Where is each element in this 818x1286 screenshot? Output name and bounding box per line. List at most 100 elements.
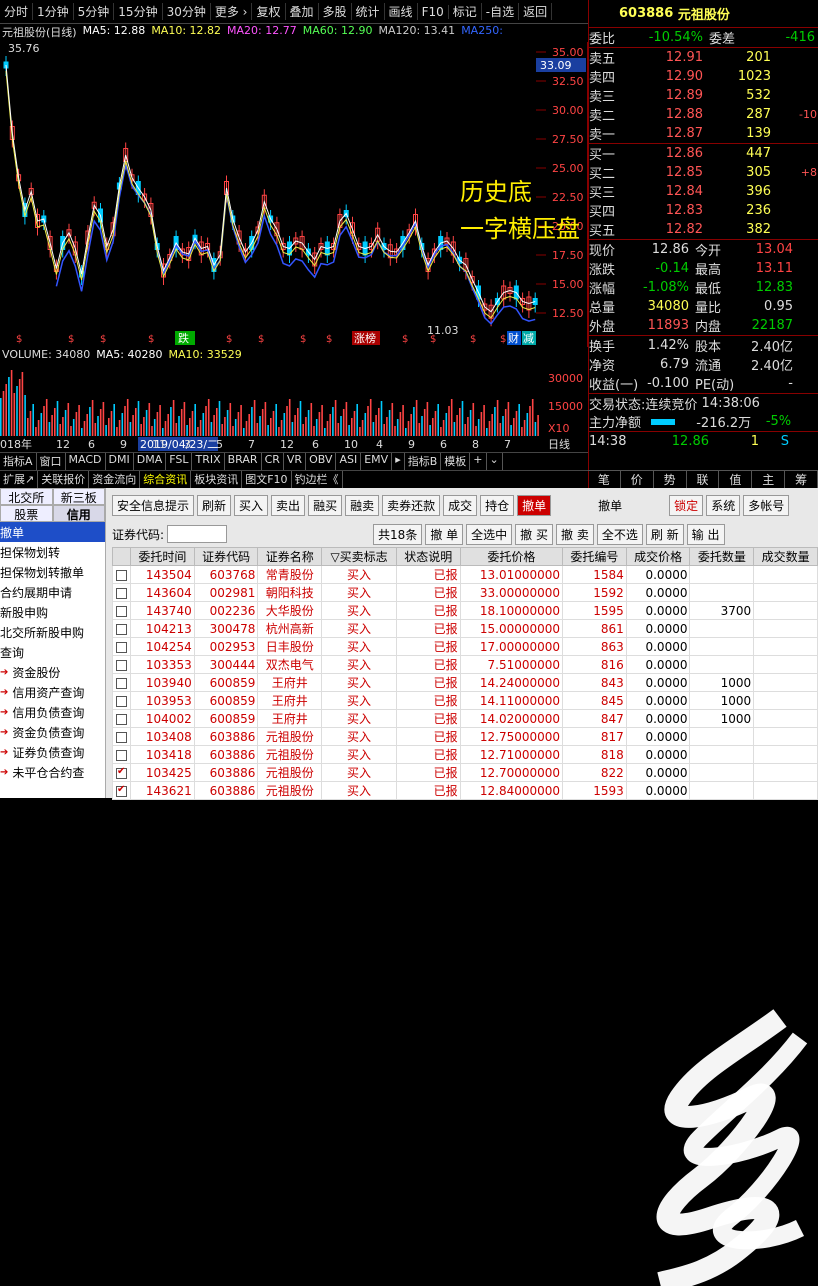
indicator-tab[interactable]: 指标A <box>0 453 37 470</box>
timeline-period[interactable]: 日线 <box>548 437 570 451</box>
toolbar-button[interactable]: 成交 <box>443 494 478 516</box>
column-header[interactable]: 成交数量 <box>753 547 818 566</box>
indicator-tab[interactable]: BRAR <box>225 453 262 470</box>
toolbar-5[interactable]: 更多 › <box>211 3 253 20</box>
quote-tab[interactable]: 价 <box>621 471 654 488</box>
toolbar-13[interactable]: -自选 <box>482 3 520 20</box>
toolbar-button[interactable]: 卖出 <box>271 494 306 516</box>
indicator-tab[interactable]: ⌄ <box>487 453 503 470</box>
row-checkbox[interactable] <box>116 731 127 743</box>
toolbar-7[interactable]: 叠加 <box>286 3 319 20</box>
action-button[interactable]: 全选中 <box>466 523 513 545</box>
toolbar-1[interactable]: 1分钟 <box>33 3 74 20</box>
menu-item[interactable]: 撤单 <box>0 522 105 542</box>
row-checkbox[interactable] <box>116 659 127 671</box>
toolbar-button[interactable]: 撤单 <box>594 496 626 515</box>
indicator-tab[interactable]: 模板 <box>441 453 471 470</box>
toolbar-10[interactable]: 画线 <box>385 3 418 20</box>
indicator-tab[interactable]: 窗口 <box>37 453 66 470</box>
row-checkbox[interactable] <box>116 713 127 725</box>
account-tab[interactable]: 北交所 <box>0 488 53 505</box>
quote-tab[interactable]: 筹 <box>785 471 818 488</box>
toolbar-button[interactable]: 融买 <box>308 494 343 516</box>
table-row[interactable]: 143604 002981 朝阳科技 买入 已报 33.00000000 1592 0.000… <box>112 583 818 602</box>
menu-item[interactable]: 查询 <box>0 642 105 662</box>
table-row[interactable]: 103408 603886 元祖股份 买入 已报 12.75000000 817 0.0000 <box>112 727 818 746</box>
account-tab[interactable]: 信用 <box>52 505 105 522</box>
indicator-tab[interactable]: CR <box>262 453 284 470</box>
action-button[interactable]: 刷 新 <box>645 523 684 545</box>
menu-item[interactable]: 北交所新股申购 <box>0 622 105 642</box>
indicator-tab[interactable]: MACD <box>66 453 106 470</box>
kline-chart[interactable]: 35.00 32.50 30.00 27.50 25.00 22.50 20.00 17.50… <box>0 42 588 347</box>
table-row[interactable]: 104002 600859 王府井 买入 已报 14.02000000 847 0.0000 1… <box>112 709 818 728</box>
toolbar-button[interactable]: 安全信息提示 <box>112 494 195 516</box>
toolbar-button[interactable]: 锁定 <box>669 494 704 516</box>
indicator-tab[interactable]: + <box>470 453 487 470</box>
quote-tab[interactable]: 值 <box>719 471 753 488</box>
row-checkbox[interactable] <box>116 749 127 761</box>
toolbar-2[interactable]: 5分钟 <box>74 3 115 20</box>
toolbar-button[interactable]: 多帐号 <box>743 494 790 516</box>
column-header[interactable]: 委托时间 <box>130 547 195 566</box>
toolbar-button[interactable]: 持仓 <box>480 494 515 516</box>
toolbar-button[interactable]: 刷新 <box>197 494 232 516</box>
action-button[interactable]: 撤 卖 <box>556 523 594 545</box>
action-button[interactable]: 撤 买 <box>515 523 553 545</box>
table-row[interactable]: 103353 300444 双杰电气 买入 已报 7.51000000 816 0.0000 <box>112 655 818 674</box>
column-header[interactable]: 委托价格 <box>459 547 564 566</box>
account-tab[interactable]: 股票 <box>0 505 53 522</box>
sub-tab[interactable]: 综合资讯 <box>140 471 192 488</box>
toolbar-3[interactable]: 15分钟 <box>114 3 163 20</box>
toolbar-9[interactable]: 统计 <box>352 3 385 20</box>
toolbar-button[interactable]: 买入 <box>234 494 269 516</box>
toolbar-button[interactable]: 撤单 <box>517 494 552 516</box>
sub-tab[interactable]: 关联报价 <box>38 471 90 488</box>
quote-tab[interactable]: 联 <box>687 471 720 488</box>
indicator-tab[interactable]: DMA <box>134 453 167 470</box>
indicator-tab[interactable]: ▸ <box>392 453 405 470</box>
table-row[interactable]: 103940 600859 王府井 买入 已报 14.24000000 843 0.0000 1… <box>112 673 818 692</box>
volume-chart[interactable]: 30000 15000 X10 <box>0 364 588 436</box>
column-header[interactable]: 委托数量 <box>689 547 755 566</box>
table-row[interactable]: 143740 002236 大华股份 买入 已报 18.10000000 1595 0.000… <box>112 601 818 620</box>
quote-tab[interactable]: 势 <box>654 471 687 488</box>
column-header[interactable]: 成交价格 <box>625 547 691 566</box>
column-header[interactable]: ▽买卖标志 <box>321 547 397 566</box>
toolbar-12[interactable]: 标记 <box>449 3 482 20</box>
table-row[interactable]: 103418 603886 元祖股份 买入 已报 12.71000000 818 0.0000 <box>112 745 818 764</box>
menu-subitem[interactable]: ➔ 未平仓合约查 <box>0 762 105 782</box>
sub-tab[interactable]: 钓边栏《 <box>292 471 343 488</box>
toolbar-0[interactable]: 分时 <box>0 3 34 20</box>
sub-tab[interactable]: 图文F10 <box>242 471 292 488</box>
indicator-tab[interactable]: EMV <box>361 453 393 470</box>
indicator-tab[interactable]: 指标B <box>405 453 442 470</box>
table-row[interactable]: 103425603886元祖股份买入已报12.700000008220.0000 <box>112 763 818 782</box>
column-header[interactable] <box>112 547 131 566</box>
table-row[interactable]: 103953 600859 王府井 买入 已报 14.11000000 845 0.0000 1… <box>112 691 818 710</box>
row-checkbox[interactable] <box>116 677 127 689</box>
column-header[interactable]: 证券代码 <box>193 547 259 566</box>
sub-tab[interactable]: 板块资讯 <box>191 471 243 488</box>
toolbar-14[interactable]: 返回 <box>519 3 553 20</box>
indicator-tab[interactable]: ASI <box>336 453 362 470</box>
toolbar-6[interactable]: 复权 <box>252 3 286 20</box>
indicator-tab[interactable]: DMI <box>106 453 134 470</box>
menu-subitem[interactable]: ➔ 信用负债查询 <box>0 702 105 722</box>
column-header[interactable]: 委托编号 <box>562 547 627 566</box>
menu-subitem[interactable]: ➔ 证券负债查询 <box>0 742 105 762</box>
toolbar-button[interactable]: 卖券还款 <box>382 494 441 516</box>
toolbar-4[interactable]: 30分钟 <box>163 3 211 20</box>
table-row[interactable]: 143621603886元祖股份买入已报12.8400000015930.000… <box>112 781 818 800</box>
menu-subitem[interactable]: ➔ 资金负债查询 <box>0 722 105 742</box>
indicator-tab[interactable]: VR <box>284 453 307 470</box>
table-row[interactable]: 104213 300478 杭州高新 买入 已报 15.00000000 861 0.0000 <box>112 619 818 638</box>
column-header[interactable]: 状态说明 <box>395 547 461 566</box>
menu-item[interactable]: 担保物划转撤单 <box>0 562 105 582</box>
row-checkbox[interactable] <box>116 623 127 635</box>
menu-item[interactable]: 合约展期申请 <box>0 582 105 602</box>
toolbar-button[interactable]: 融卖 <box>345 494 380 516</box>
action-button[interactable]: 全不选 <box>596 523 643 545</box>
sub-tab[interactable]: 资金流向 <box>89 471 141 488</box>
quote-tab[interactable]: 笔 <box>588 471 621 488</box>
